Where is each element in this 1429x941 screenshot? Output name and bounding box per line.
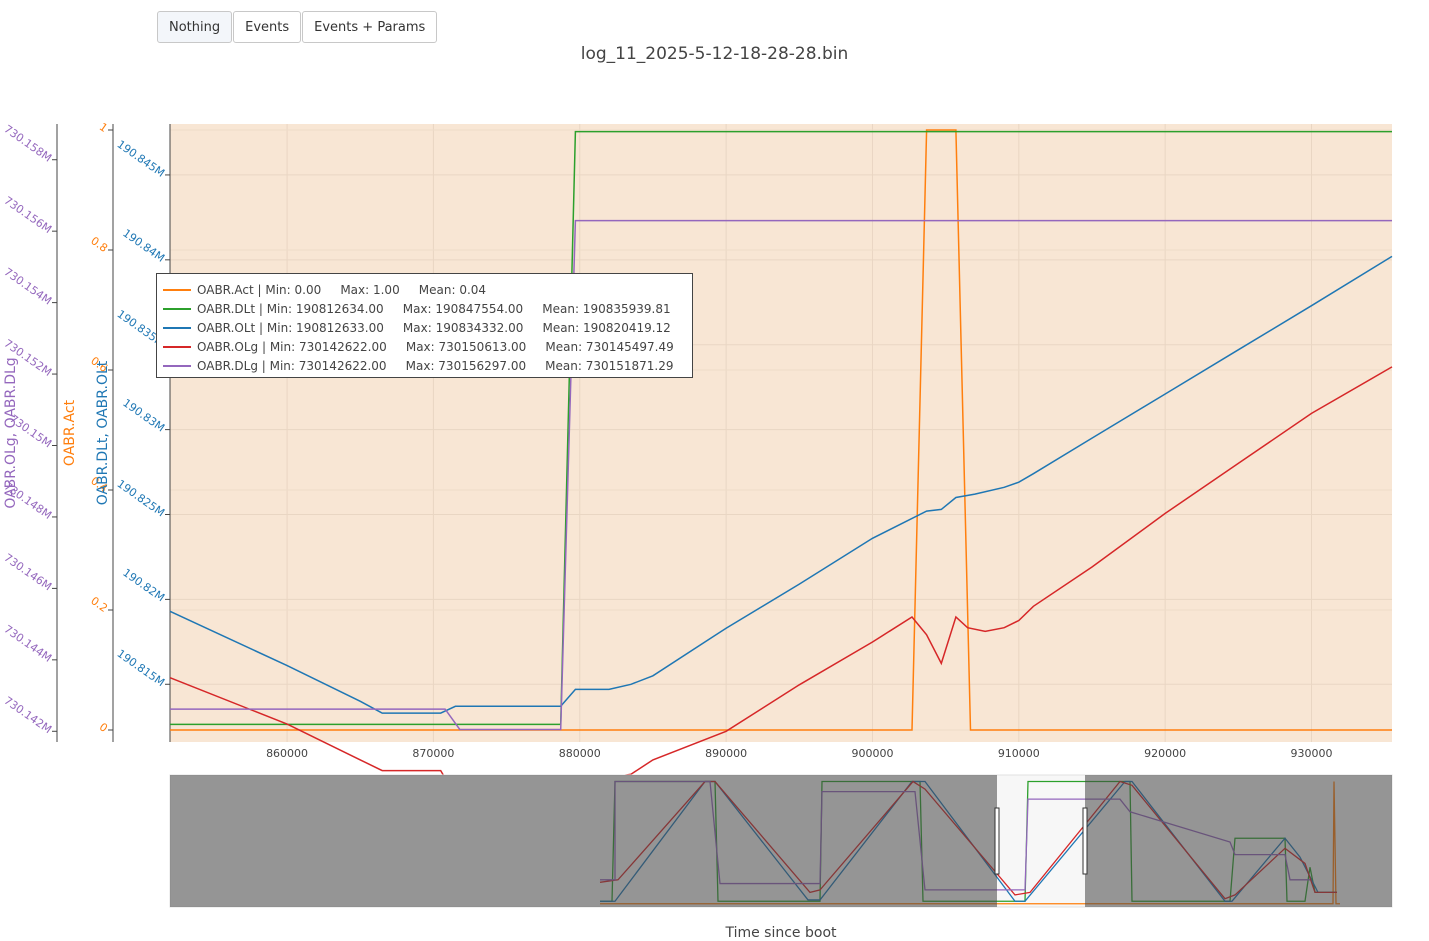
y-tick-label-act: 1 — [97, 120, 110, 135]
x-tick-label: 900000 — [851, 747, 893, 760]
legend-item-olt[interactable]: OABR.OLt | Min: 190812633.00 Max: 190834… — [163, 318, 688, 337]
y-tick-label-lt: 190.815M — [115, 647, 167, 689]
y-tick-label-act: 0.2 — [88, 594, 110, 615]
y-tick-label-lt: 190.845M — [115, 138, 167, 180]
x-tick-label: 870000 — [412, 747, 454, 760]
legend-swatch — [163, 307, 191, 310]
x-tick-label: 920000 — [1144, 747, 1186, 760]
y-tick-label-lt: 190.84M — [120, 227, 167, 265]
legend-item-olg[interactable]: OABR.OLg | Min: 730142622.00 Max: 730150… — [163, 337, 688, 356]
y-tick-label-lg: 730.158M — [2, 122, 54, 164]
legend-swatch — [163, 345, 191, 348]
legend[interactable]: OABR.Act | Min: 0.00 Max: 1.00 Mean: 0.0… — [156, 273, 693, 378]
legend-label: OABR.DLt | Min: 190812634.00 Max: 190847… — [197, 301, 671, 316]
y-tick-label-lg: 730.146M — [2, 551, 54, 593]
y-tick-label-act: 0 — [97, 720, 110, 735]
chart-canvas[interactable]: 860000 870000 880000 890000 900000 910000 9200… — [0, 0, 1429, 939]
legend-item-dlt[interactable]: OABR.DLt | Min: 190812634.00 Max: 190847… — [163, 299, 688, 318]
y-axis-title-act: OABR.Act — [62, 399, 78, 466]
x-tick-label: 890000 — [705, 747, 747, 760]
legend-label: OABR.DLg | Min: 730142622.00 Max: 730156… — [197, 358, 674, 373]
legend-label: OABR.OLg | Min: 730142622.00 Max: 730150… — [197, 339, 674, 354]
x-tick-label: 860000 — [266, 747, 308, 760]
y-tick-label-lt: 190.83M — [120, 396, 167, 434]
legend-swatch — [163, 364, 191, 367]
y-tick-label-lg: 730.142M — [2, 694, 54, 736]
range-slider-mask-right — [1085, 775, 1392, 907]
range-slider[interactable] — [169, 774, 1393, 908]
range-slider-handle-left[interactable] — [994, 807, 1000, 875]
x-tick-label: 910000 — [998, 747, 1040, 760]
legend-swatch — [163, 288, 191, 291]
y-tick-label-lg: 730.156M — [2, 194, 54, 236]
y-tick-label-act: 0.8 — [88, 234, 110, 255]
legend-label: OABR.Act | Min: 0.00 Max: 1.00 Mean: 0.0… — [197, 282, 487, 297]
y-tick-label-lt: 190.82M — [120, 566, 167, 604]
y-tick-label-lg: 730.154M — [2, 265, 54, 307]
range-slider-mask-left — [170, 775, 997, 907]
y-axis-title-lt: OABR.DLt, OABR.OLt — [95, 360, 111, 505]
y-axis-title-lg: OABR.OLg, OABR.DLg — [3, 357, 19, 508]
plot-area[interactable] — [170, 124, 1392, 742]
y-tick-label-lt: 190.825M — [115, 477, 167, 519]
legend-swatch — [163, 326, 191, 329]
legend-label: OABR.OLt | Min: 190812633.00 Max: 190834… — [197, 320, 671, 335]
legend-item-act[interactable]: OABR.Act | Min: 0.00 Max: 1.00 Mean: 0.0… — [163, 280, 688, 299]
x-tick-label: 880000 — [559, 747, 601, 760]
y-tick-label-lg: 730.144M — [2, 623, 54, 665]
range-slider-handle-right[interactable] — [1082, 807, 1088, 875]
legend-item-dlg[interactable]: OABR.DLg | Min: 730142622.00 Max: 730156… — [163, 356, 688, 375]
x-tick-label: 930000 — [1291, 747, 1333, 760]
